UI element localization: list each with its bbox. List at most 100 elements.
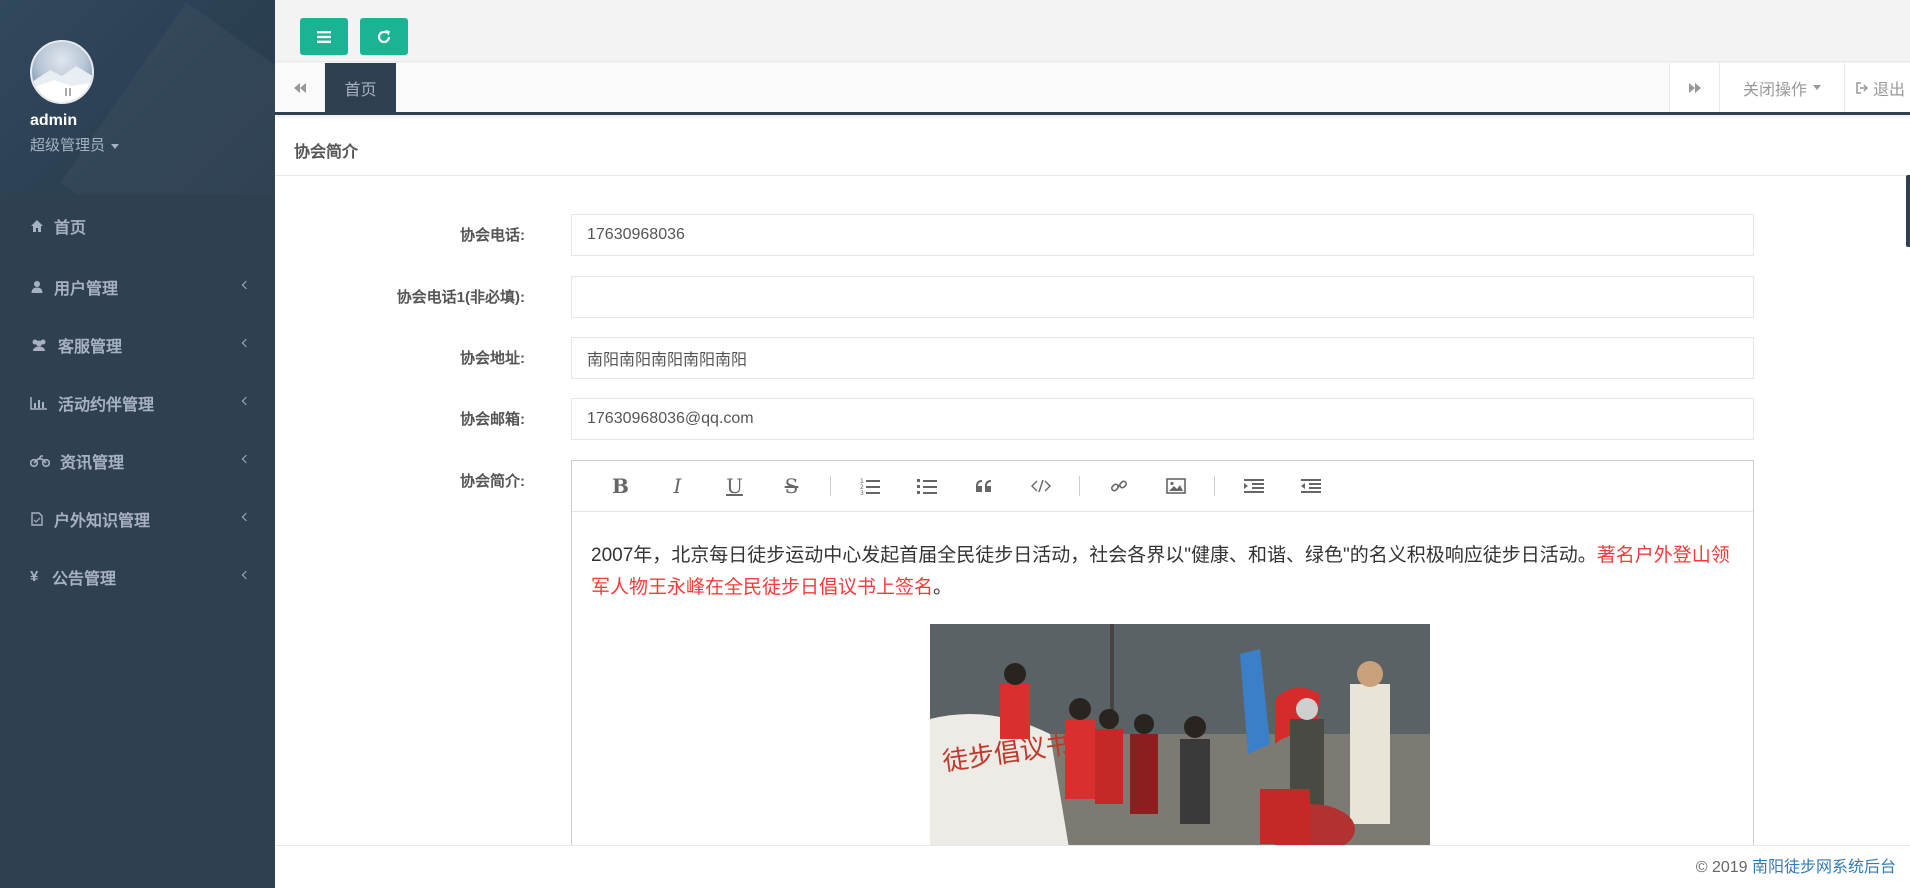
avatar[interactable] — [30, 40, 94, 104]
admin-role-label: 超级管理员 — [30, 137, 106, 154]
underline-icon: U — [726, 474, 743, 498]
chevron-left-icon — [241, 280, 251, 290]
refresh-icon — [377, 29, 391, 43]
sidebar-item-announcements[interactable]: ¥ 公告管理 — [0, 548, 275, 606]
sidebar-item-users[interactable]: 用户管理 — [0, 258, 275, 316]
sidebar-item-label: 首页 — [54, 220, 87, 237]
email-label: 协会邮箱: — [460, 411, 525, 428]
phone-input[interactable] — [571, 214, 1754, 256]
email-input[interactable] — [571, 398, 1754, 440]
user-icon — [30, 280, 44, 294]
admin-role-dropdown[interactable]: 超级管理员 — [30, 134, 275, 155]
footer-copyright: © 2019 — [1695, 859, 1748, 876]
italic-icon: I — [673, 474, 682, 498]
outdent-icon — [1300, 479, 1321, 493]
home-icon — [30, 219, 44, 233]
link-button[interactable] — [1090, 461, 1147, 512]
svg-text:3: 3 — [860, 490, 864, 495]
toolbar-divider — [1079, 476, 1080, 496]
users-icon — [30, 338, 48, 352]
sidebar-item-label: 用户管理 — [54, 281, 119, 298]
caret-down-icon — [1813, 85, 1821, 90]
sidebar-item-customer-service[interactable]: 客服管理 — [0, 316, 275, 374]
chevron-left-icon — [241, 338, 251, 348]
sign-out-icon — [1856, 81, 1869, 94]
sidebar-item-activity[interactable]: 活动约伴管理 — [0, 374, 275, 432]
sidebar-item-label: 活动约伴管理 — [58, 397, 155, 414]
sidebar-item-label: 客服管理 — [58, 339, 123, 356]
page-title: 协会简介 — [275, 118, 1910, 176]
sidebar-item-news[interactable]: 资讯管理 — [0, 432, 275, 490]
close-operations-label: 关闭操作 — [1742, 81, 1807, 99]
sidebar-item-label: 户外知识管理 — [54, 513, 151, 530]
footer-link[interactable]: 南阳徒步网系统后台 — [1752, 859, 1896, 876]
profile-panel: admin 超级管理员 — [0, 0, 275, 194]
code-button[interactable] — [1012, 461, 1069, 512]
rich-text-editor[interactable]: B I U S 123 2007年，北京每日徒步运动中心发起首届全民徒步日活动，… — [571, 460, 1754, 845]
phone2-label: 协会电话1(非必填): — [396, 289, 525, 306]
strikethrough-icon: S — [784, 474, 799, 498]
chevron-left-icon — [241, 396, 251, 406]
toolbar-divider — [830, 476, 831, 496]
underline-button[interactable]: U — [706, 461, 763, 512]
logout-button[interactable]: 退出 — [1844, 63, 1910, 112]
ordered-list-icon: 123 — [860, 478, 880, 495]
backward-icon — [293, 82, 306, 93]
refresh-button[interactable] — [360, 18, 408, 55]
chevron-left-icon — [241, 512, 251, 522]
sidebar: admin 超级管理员 首页 用户管理 客服管理 活动约伴管理 资讯管理 户外知… — [0, 0, 275, 888]
yen-icon: ¥ — [30, 568, 39, 585]
tab-scroll-left-button[interactable] — [275, 63, 325, 112]
phone2-input[interactable] — [571, 276, 1754, 318]
italic-button[interactable]: I — [649, 461, 706, 512]
top-bar — [275, 0, 1910, 62]
editor-paragraph: 2007年，北京每日徒步运动中心发起首届全民徒步日活动，社会各界以"健康、和谐、… — [591, 540, 1733, 604]
code-icon — [1030, 479, 1051, 493]
bar-chart-icon — [30, 396, 48, 410]
tabs-bar: 首页 关闭操作 退出 — [275, 63, 1910, 115]
indent-icon — [1243, 479, 1264, 493]
admin-name: admin — [30, 112, 78, 129]
bold-icon: B — [612, 474, 629, 498]
strikethrough-button[interactable]: S — [763, 461, 820, 512]
ordered-list-button[interactable]: 123 — [841, 461, 898, 512]
menu-toggle-button[interactable] — [300, 18, 348, 55]
chevron-left-icon — [241, 570, 251, 580]
indent-button[interactable] — [1225, 461, 1282, 512]
content-panel: 协会简介 协会电话: 协会电话1(非必填): 协会地址: 协会邮箱: 协会简介:… — [275, 118, 1910, 845]
link-icon — [1110, 480, 1127, 492]
editor-text-end: 。 — [933, 577, 953, 598]
phone-label: 协会电话: — [460, 227, 525, 244]
tab-home[interactable]: 首页 — [325, 63, 396, 112]
image-button[interactable] — [1147, 461, 1204, 512]
footer: © 2019 南阳徒步网系统后台 — [275, 845, 1910, 888]
sidebar-item-label: 资讯管理 — [60, 455, 125, 472]
editor-toolbar: B I U S 123 — [572, 461, 1753, 512]
tab-scroll-right-button[interactable] — [1669, 63, 1719, 112]
bold-button[interactable]: B — [592, 461, 649, 512]
bullet-list-icon — [916, 479, 937, 494]
event-photo-image: 徒步倡议书 — [930, 624, 1430, 845]
forward-icon — [1688, 82, 1701, 93]
bars-icon — [317, 30, 331, 43]
event-photo: 徒步倡议书 — [930, 624, 1430, 845]
outdent-button[interactable] — [1282, 461, 1339, 512]
close-operations-dropdown[interactable]: 关闭操作 — [1719, 63, 1844, 112]
address-label: 协会地址: — [460, 350, 525, 367]
address-input[interactable] — [571, 337, 1754, 379]
editor-content[interactable]: 2007年，北京每日徒步运动中心发起首届全民徒步日活动，社会各界以"健康、和谐、… — [572, 512, 1753, 845]
motorcycle-icon — [30, 454, 50, 468]
bullet-list-button[interactable] — [898, 461, 955, 512]
editor-text: 2007年，北京每日徒步运动中心发起首届全民徒步日活动，社会各界以"健康、和谐、… — [591, 545, 1597, 566]
blockquote-button[interactable] — [955, 461, 1012, 512]
sidebar-item-outdoor-knowledge[interactable]: 户外知识管理 — [0, 490, 275, 548]
sidebar-item-label: 公告管理 — [52, 571, 117, 588]
file-icon — [30, 512, 44, 526]
sidebar-item-home[interactable]: 首页 — [0, 194, 275, 258]
scrollbar-thumb[interactable] — [1906, 175, 1910, 247]
logout-label: 退出 — [1873, 81, 1906, 99]
caret-down-icon — [111, 143, 120, 149]
toolbar-divider — [1214, 476, 1215, 496]
intro-label: 协会简介: — [460, 473, 525, 490]
quote-icon — [975, 480, 991, 492]
